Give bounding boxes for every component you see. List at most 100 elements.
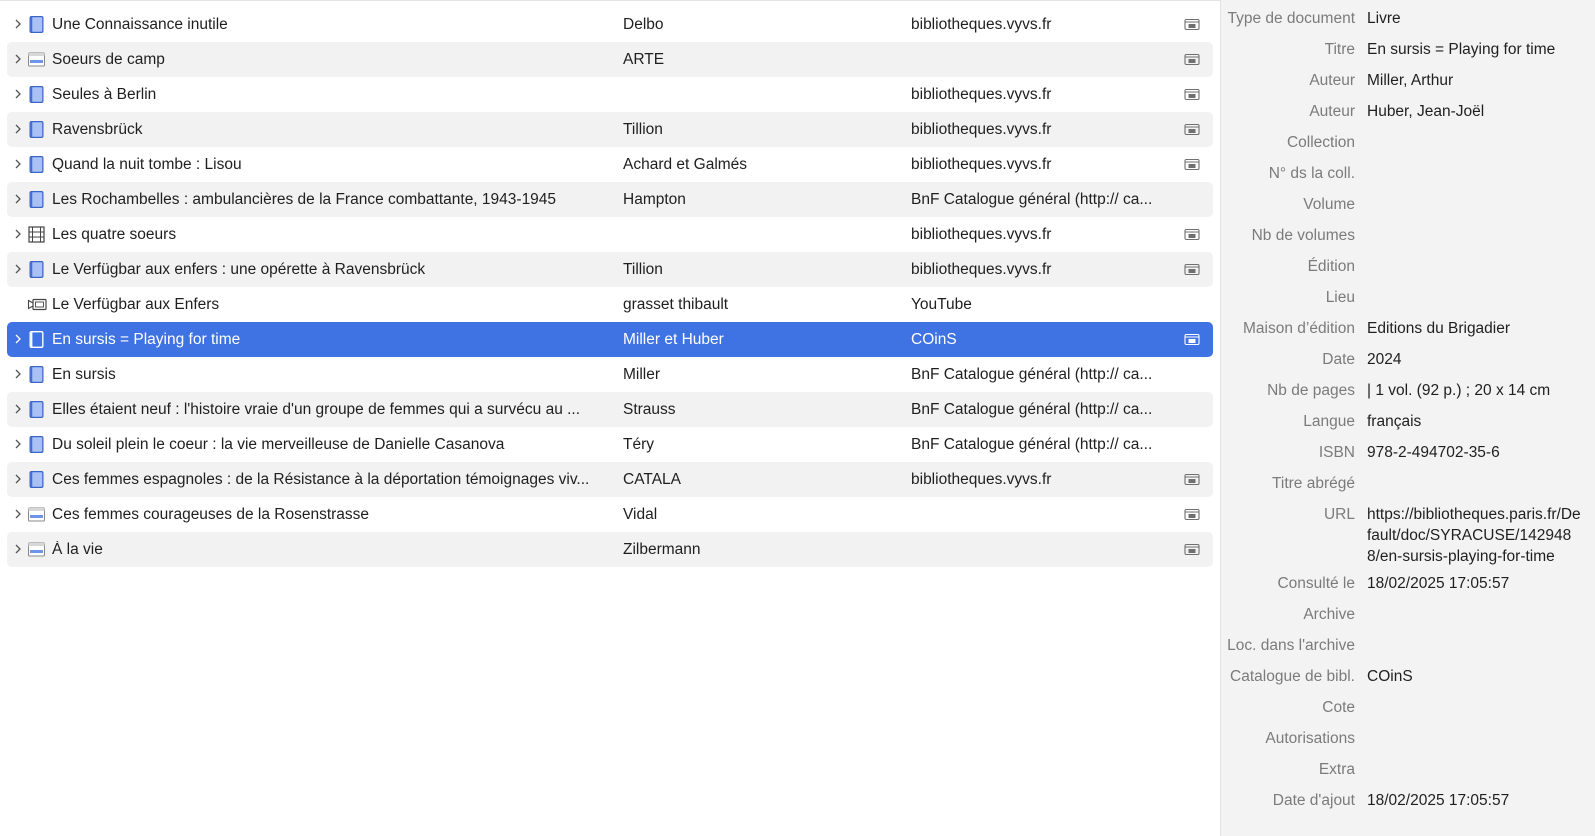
field-value[interactable]: | 1 vol. (92 p.) ; 20 x 14 cm <box>1367 380 1595 401</box>
snapshot-attachment-icon[interactable] <box>1184 52 1200 66</box>
item-row[interactable]: En sursis = Playing for time Miller et Hu… <box>7 322 1213 357</box>
snapshot-attachment-icon[interactable] <box>1184 507 1200 521</box>
item-row[interactable]: Seules à Berlin bibliotheques.vyvs.fr <box>7 77 1213 112</box>
item-title: Quand la nuit tombe : Lisou <box>52 156 242 173</box>
item-title: En sursis <box>52 366 116 383</box>
snapshot-attachment-icon[interactable] <box>1184 472 1200 486</box>
item-row[interactable]: Du soleil plein le coeur : la vie mervei… <box>7 427 1213 462</box>
snapshot-attachment-icon[interactable] <box>1184 157 1200 171</box>
field-label: Nb de volumes <box>1251 227 1355 244</box>
items-tree: Une Connaissance inutile Delbo bibliothequ… <box>7 7 1213 567</box>
snapshot-attachment-icon[interactable] <box>1184 122 1200 136</box>
field-value[interactable]: 978-2-494702-35-6 <box>1367 442 1595 463</box>
item-catalog: BnF Catalogue général (http:// ca... <box>911 366 1153 383</box>
item-catalog: bibliotheques.vyvs.fr <box>911 86 1052 103</box>
chevron-right-icon[interactable] <box>11 156 25 172</box>
video-icon <box>27 295 47 314</box>
snapshot-attachment-icon[interactable] <box>1184 17 1200 31</box>
item-row[interactable]: Une Connaissance inutile Delbo bibliothequ… <box>7 7 1213 42</box>
item-row[interactable]: Le Verfügbar aux Enfers grasset thibault Y… <box>7 287 1213 322</box>
field-value[interactable]: 18/02/2025 17:05:57 <box>1367 790 1595 811</box>
item-row[interactable]: Ravensbrück Tillion bibliotheques.vyvs.fr <box>7 112 1213 147</box>
info-field-row: Extra <box>1221 756 1595 787</box>
field-label: Maison d’édition <box>1242 320 1355 337</box>
item-title: Ces femmes espagnoles : de la Résistance… <box>52 471 590 488</box>
item-row[interactable]: Le Verfügbar aux enfers : une opérette à… <box>7 252 1213 287</box>
item-creator: Strauss <box>623 401 676 418</box>
field-value[interactable]: https://bibliotheques.paris.fr/Default/d… <box>1367 504 1595 567</box>
field-label: Consulté le <box>1277 575 1355 592</box>
chevron-right-icon[interactable] <box>11 331 25 347</box>
item-title: Elles étaient neuf : l'histoire vraie d'… <box>52 401 581 418</box>
field-value[interactable]: 2024 <box>1367 349 1595 370</box>
field-label: Volume <box>1303 196 1355 213</box>
info-field-row: Auteur Huber, Jean-Joël <box>1221 98 1595 129</box>
chevron-right-icon[interactable] <box>11 16 25 32</box>
info-field-row: Lieu <box>1221 284 1595 315</box>
field-label: Autorisations <box>1265 730 1355 747</box>
chevron-right-icon[interactable] <box>11 366 25 382</box>
snapshot-attachment-icon[interactable] <box>1184 227 1200 241</box>
item-catalog: bibliotheques.vyvs.fr <box>911 261 1052 278</box>
field-label: Date d'ajout <box>1272 792 1355 809</box>
item-row[interactable]: Les quatre soeurs bibliotheques.vyvs.fr <box>7 217 1213 252</box>
item-row[interactable]: Soeurs de camp ARTE <box>7 42 1213 77</box>
item-catalog: bibliotheques.vyvs.fr <box>911 471 1052 488</box>
chevron-right-icon[interactable] <box>11 436 25 452</box>
field-label: Titre <box>1324 41 1355 58</box>
item-creator: Téry <box>623 436 654 453</box>
field-value[interactable]: Huber, Jean-Joël <box>1367 101 1595 122</box>
field-label: Cote <box>1322 699 1355 716</box>
item-row[interactable]: En sursis Miller BnF Catalogue général (ht… <box>7 357 1213 392</box>
snapshot-attachment-icon[interactable] <box>1184 332 1200 346</box>
info-field-row: ISBN 978-2-494702-35-6 <box>1221 439 1595 470</box>
item-row[interactable]: Ces femmes espagnoles : de la Résistance… <box>7 462 1213 497</box>
item-catalog: COinS <box>911 331 957 348</box>
webpage-icon <box>27 505 46 524</box>
field-value[interactable]: En sursis = Playing for time <box>1367 39 1595 60</box>
item-creator: Tillion <box>623 261 663 278</box>
field-value[interactable]: Livre <box>1367 8 1595 29</box>
field-value[interactable]: Editions du Brigadier <box>1367 318 1595 339</box>
chevron-right-icon[interactable] <box>11 51 25 67</box>
item-row[interactable]: Quand la nuit tombe : Lisou Achard et Gal… <box>7 147 1213 182</box>
chevron-right-icon[interactable] <box>11 86 25 102</box>
field-label: Langue <box>1303 413 1355 430</box>
snapshot-attachment-icon[interactable] <box>1184 262 1200 276</box>
chevron-right-icon[interactable] <box>11 261 25 277</box>
field-value[interactable]: français <box>1367 411 1595 432</box>
chevron-right-icon[interactable] <box>11 506 25 522</box>
book-icon <box>27 85 46 104</box>
item-title: Soeurs de camp <box>52 51 165 68</box>
chevron-right-icon[interactable] <box>11 226 25 242</box>
snapshot-attachment-icon[interactable] <box>1184 542 1200 556</box>
item-creator: Miller et Huber <box>623 331 724 348</box>
book-icon <box>27 470 46 489</box>
item-title: Les quatre soeurs <box>52 226 177 243</box>
info-field-row: Nb de volumes <box>1221 222 1595 253</box>
item-row[interactable]: Les Rochambelles : ambulancières de la F… <box>7 182 1213 217</box>
item-creator: Delbo <box>623 16 664 33</box>
snapshot-attachment-icon[interactable] <box>1184 87 1200 101</box>
info-field-row: Catalogue de bibl. COinS <box>1221 663 1595 694</box>
info-field-row: Nb de pages | 1 vol. (92 p.) ; 20 x 14 cm <box>1221 377 1595 408</box>
field-label: Lieu <box>1325 289 1355 306</box>
field-label: URL <box>1323 506 1355 523</box>
item-row[interactable]: À la vie Zilbermann <box>7 532 1213 567</box>
item-row[interactable]: Ces femmes courageuses de la Rosenstrass… <box>7 497 1213 532</box>
field-label: Auteur <box>1309 72 1355 89</box>
chevron-right-icon[interactable] <box>11 541 25 557</box>
chevron-right-icon[interactable] <box>11 191 25 207</box>
item-row[interactable]: Elles étaient neuf : l'histoire vraie d'… <box>7 392 1213 427</box>
chevron-right-icon[interactable] <box>11 471 25 487</box>
info-field-row: Collection <box>1221 129 1595 160</box>
field-label: Extra <box>1318 761 1355 778</box>
book-icon <box>27 365 46 384</box>
field-value[interactable]: COinS <box>1367 666 1595 687</box>
chevron-right-icon[interactable] <box>11 121 25 137</box>
item-title: Le Verfügbar aux Enfers <box>52 296 220 313</box>
item-catalog: bibliotheques.vyvs.fr <box>911 16 1052 33</box>
field-value[interactable]: 18/02/2025 17:05:57 <box>1367 573 1595 594</box>
chevron-right-icon[interactable] <box>11 401 25 417</box>
field-value[interactable]: Miller, Arthur <box>1367 70 1595 91</box>
